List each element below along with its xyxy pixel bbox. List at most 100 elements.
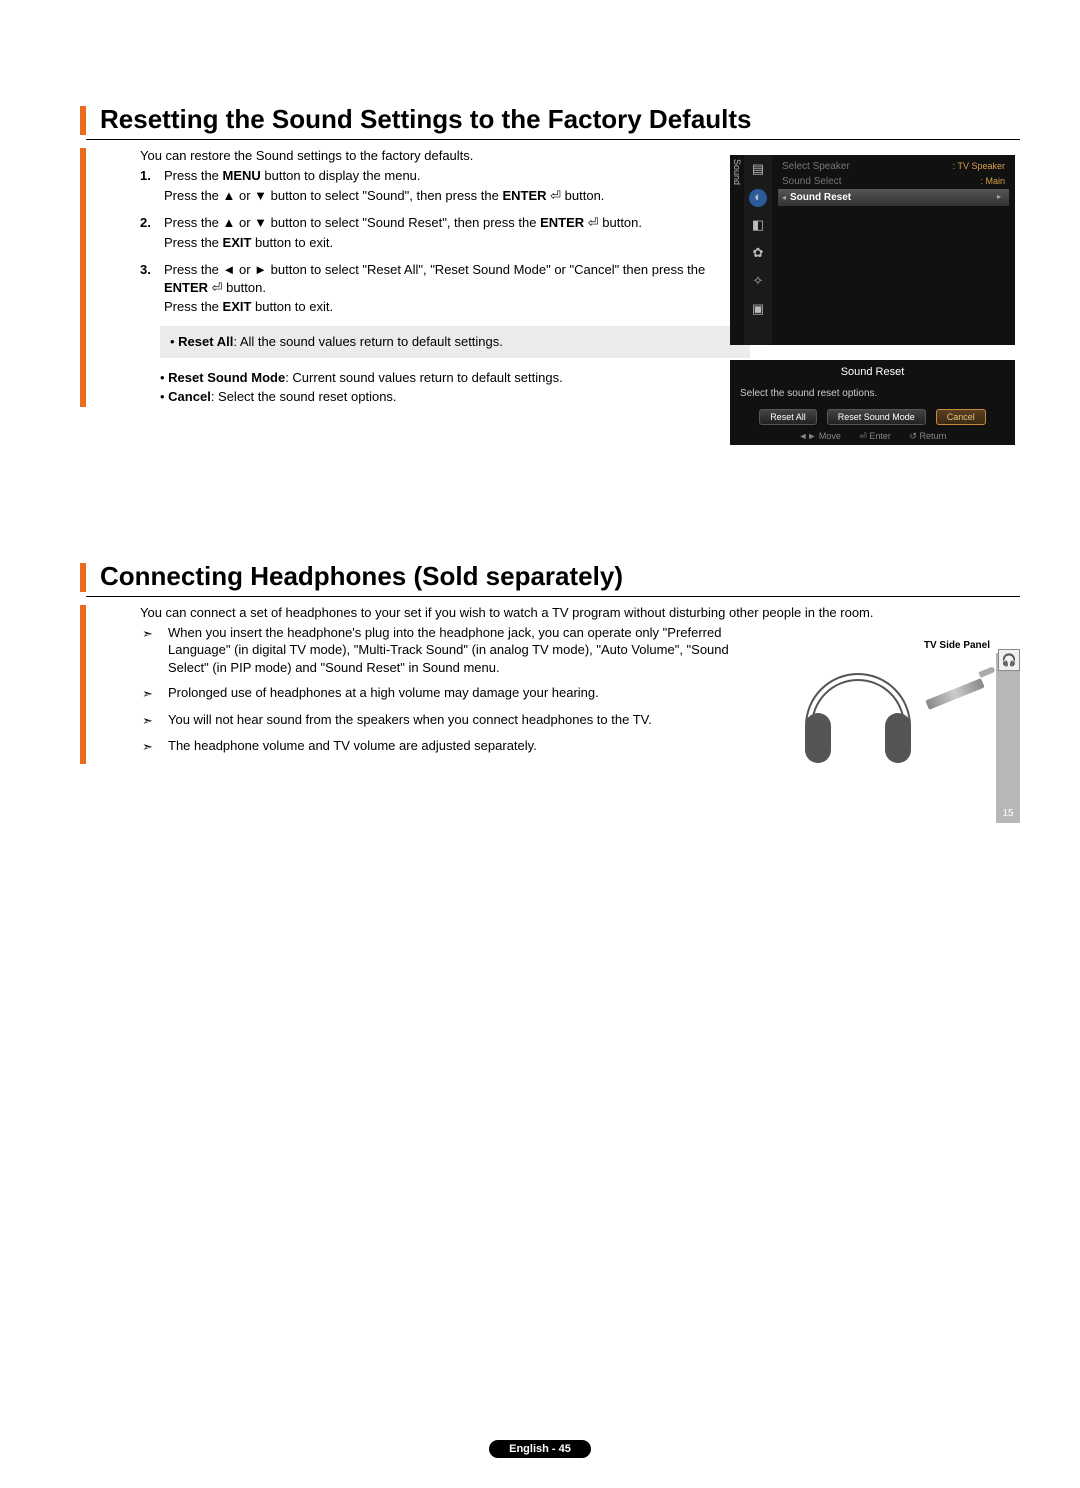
notes-list: ➣ When you insert the headphone's plug i… (142, 624, 752, 756)
note-2-text: Prolonged use of headphones at a high vo… (168, 684, 599, 703)
section-2-intro: You can connect a set of headphones to y… (140, 605, 1000, 620)
option-reset-all-label: Reset All (178, 334, 233, 349)
note-1-text: When you insert the headphone's plug int… (168, 624, 752, 677)
note-mark-icon: ➣ (142, 737, 168, 756)
step-1-enter-label: ENTER (502, 188, 546, 203)
channel-tab-icon[interactable]: ◧ (749, 217, 767, 235)
body-accent-bar (80, 148, 86, 406)
option-cancel-label: Cancel (168, 389, 211, 404)
osd-menu-list: Select Speaker : TV Speaker Sound Select… (772, 155, 1015, 345)
option-reset-all-box: • Reset All: All the sound values return… (160, 326, 750, 358)
plug-body-icon (925, 678, 984, 710)
step-2-line2-c: button to exit. (251, 235, 333, 250)
note-2: ➣ Prolonged use of headphones at a high … (142, 684, 752, 703)
step-2-line2-a: Press the (164, 235, 223, 250)
osd2-subtitle: Select the sound reset options. (740, 388, 1005, 399)
step-1-number: 1. (140, 167, 164, 206)
step-2-line1-a: Press the ▲ or ▼ button to select "Sound… (164, 215, 540, 230)
option-cancel-text: : Select the sound reset options. (211, 389, 397, 404)
step-2: 2. Press the ▲ or ▼ button to select "So… (140, 214, 740, 253)
step-3-line1-c: ⏎ button. (208, 280, 266, 295)
step-1-line2-a: Press the ▲ or ▼ button to select "Sound… (164, 188, 502, 203)
step-2-body: Press the ▲ or ▼ button to select "Sound… (164, 214, 642, 253)
step-1-text-a: Press the (164, 168, 223, 183)
step-2-number: 2. (140, 214, 164, 253)
osd-side-label: Sound (730, 155, 744, 345)
osd2-foot-enter: ⏎ Enter (859, 431, 891, 441)
step-3: 3. Press the ◄ or ► button to select "Re… (140, 261, 740, 318)
reset-all-button[interactable]: Reset All (759, 409, 817, 425)
step-2-enter-label: ENTER (540, 215, 584, 230)
step-2-exit-label: EXIT (223, 235, 252, 250)
left-arrow-icon: ◂ (782, 193, 790, 202)
note-mark-icon: ➣ (142, 711, 168, 730)
plug-tip-icon (978, 666, 995, 678)
reset-sound-mode-button[interactable]: Reset Sound Mode (827, 409, 926, 425)
headphone-illustration: 🎧 15 (775, 653, 1020, 793)
osd2-footer: ◄► Move ⏎ Enter ↺ Return (740, 431, 1005, 442)
osd-select-speaker-value: : TV Speaker (953, 161, 1005, 172)
section-2-title: Connecting Headphones (Sold separately) (100, 557, 1020, 592)
step-3-line2-a: Press the (164, 299, 223, 314)
note-4-text: The headphone volume and TV volume are a… (168, 737, 537, 756)
sound-tab-icon[interactable]: ◐ (749, 189, 767, 207)
osd2-title: Sound Reset (740, 366, 1005, 378)
step-1-line2-c: ⏎ button. (547, 188, 605, 203)
option-other-list: • Reset Sound Mode: Current sound values… (160, 368, 740, 407)
note-1: ➣ When you insert the headphone's plug i… (142, 624, 752, 677)
step-1-text-c: button to display the menu. (261, 168, 421, 183)
step-2-line1-c: ⏎ button. (584, 215, 642, 230)
step-1: 1. Press the MENU button to display the … (140, 167, 740, 206)
figure-caption: TV Side Panel (775, 640, 1020, 651)
setup-tab-icon[interactable]: ✿ (749, 245, 767, 263)
earcup-left-icon (805, 713, 831, 763)
osd-sound-select-value: : Main (980, 176, 1005, 187)
osd-sound-reset-label: Sound Reset (790, 192, 851, 203)
section-1-divider (86, 139, 1020, 140)
section-1-title: Resetting the Sound Settings to the Fact… (100, 100, 1020, 135)
right-arrow-icon: ▸ (997, 192, 1005, 203)
osd-sound-menu: Sound ▤ ◐ ◧ ✿ ✧ ▣ Select Speaker : TV Sp… (730, 155, 1015, 345)
option-reset-all-text: : All the sound values return to default… (233, 334, 503, 349)
headphone-port-icon: 🎧 (998, 649, 1020, 671)
note-3-text: You will not hear sound from the speaker… (168, 711, 652, 730)
input-tab-icon[interactable]: ✧ (749, 273, 767, 291)
section-accent-bar (80, 106, 86, 135)
step-3-exit-label: EXIT (223, 299, 252, 314)
osd-row-sound-reset[interactable]: ◂Sound Reset ▸ (778, 189, 1009, 206)
note-mark-icon: ➣ (142, 624, 168, 677)
osd2-foot-move: ◄► Move (799, 431, 841, 441)
osd-row-select-speaker[interactable]: Select Speaker : TV Speaker (778, 159, 1009, 174)
osd-sound-select-label: Sound Select (782, 176, 842, 187)
osd-row-sound-select[interactable]: Sound Select : Main (778, 174, 1009, 189)
step-1-body: Press the MENU button to display the men… (164, 167, 604, 206)
application-tab-icon[interactable]: ▣ (749, 301, 767, 319)
tv-side-panel-strip: 🎧 15 (996, 653, 1020, 823)
step-3-line1-a: Press the ◄ or ► button to select "Reset… (164, 262, 705, 277)
step-3-enter-label: ENTER (164, 280, 208, 295)
page-number: English - 45 (489, 1440, 591, 1458)
section-2-body-accent (80, 605, 86, 764)
manual-page: Resetting the Sound Settings to the Fact… (0, 0, 1080, 1488)
section-2-divider (86, 596, 1020, 597)
osd-sound-reset-dialog: Sound Reset Select the sound reset optio… (730, 360, 1015, 445)
picture-tab-icon[interactable]: ▤ (749, 161, 767, 179)
osd-select-speaker-label: Select Speaker (782, 161, 850, 172)
step-1-menu-label: MENU (223, 168, 261, 183)
step-3-line2-c: button to exit. (251, 299, 333, 314)
note-4: ➣ The headphone volume and TV volume are… (142, 737, 752, 756)
osd2-foot-return: ↺ Return (909, 431, 946, 441)
option-reset-sound-mode-text: : Current sound values return to default… (285, 370, 563, 385)
cancel-button[interactable]: Cancel (936, 409, 986, 425)
note-mark-icon: ➣ (142, 684, 168, 703)
osd-sidebar-icons: ▤ ◐ ◧ ✿ ✧ ▣ (744, 155, 772, 345)
osd2-options-row: Reset All Reset Sound Mode Cancel (740, 409, 1005, 425)
option-reset-sound-mode-label: Reset Sound Mode (168, 370, 285, 385)
step-3-number: 3. (140, 261, 164, 318)
section-1: Resetting the Sound Settings to the Fact… (80, 100, 1020, 135)
step-list: 1. Press the MENU button to display the … (140, 167, 740, 318)
page-footer: English - 45 (0, 1439, 1080, 1458)
step-3-body: Press the ◄ or ► button to select "Reset… (164, 261, 740, 318)
earcup-right-icon (885, 713, 911, 763)
panel-number-label: 15 (996, 808, 1020, 819)
